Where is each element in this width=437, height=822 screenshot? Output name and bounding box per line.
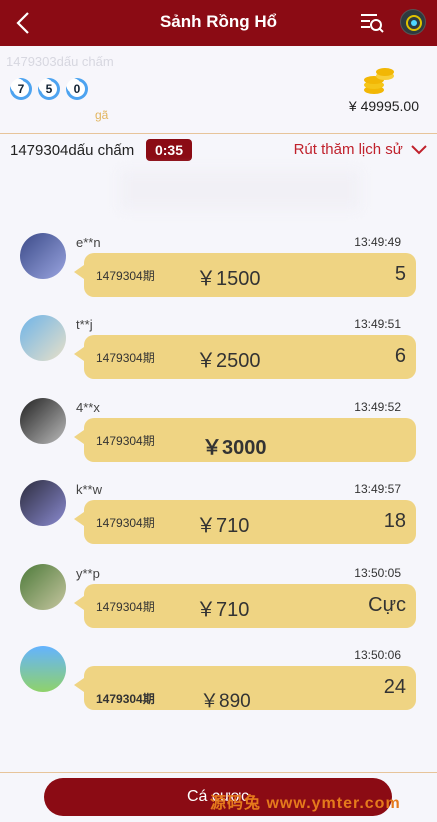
footer-divider — [0, 772, 437, 773]
bet-amount: ￥710 — [196, 599, 250, 621]
previous-period-label: 1479303dấu chấm — [6, 54, 114, 69]
avatar — [20, 233, 66, 279]
header: Sảnh Rồng Hổ — [0, 0, 437, 46]
avatar — [20, 564, 66, 610]
countdown-timer: 0:35 — [146, 139, 192, 161]
profile-avatar[interactable] — [400, 9, 426, 35]
bet-amount: ￥2500 — [196, 350, 261, 372]
result-tag: gã — [95, 108, 109, 122]
bet-choice: 24 — [383, 676, 406, 698]
bet-time: 13:50:05 — [354, 566, 401, 580]
bet-row: t**j 13:49:51 1479304期 ￥2500 6 — [0, 315, 437, 397]
bet-bubble: 1479304期 ￥2500 6 — [74, 335, 416, 379]
bet-row: e**n 13:49:49 1479304期 ￥1500 5 — [0, 233, 437, 315]
bet-bubble: 1479304期 ￥710 18 — [74, 500, 416, 544]
avatar — [20, 646, 66, 692]
coins-icon — [364, 68, 394, 94]
avatar — [20, 480, 66, 526]
avatar — [20, 398, 66, 444]
result-ball-3: 0 — [66, 78, 88, 100]
bet-period: 1479304期 — [96, 269, 155, 283]
chevron-down-icon — [411, 145, 427, 155]
bet-user: k**w — [76, 482, 103, 497]
bet-period: 1479304期 — [96, 351, 155, 365]
bet-user: y**p — [76, 566, 100, 581]
bet-time: 13:49:52 — [354, 400, 401, 414]
bet-choice: 6 — [394, 345, 406, 367]
result-ball-1: 7 — [10, 78, 32, 100]
info-panel: 1479303dấu chấm 7 5 0 gã ¥ 49995.00 — [0, 46, 437, 134]
bet-period: 1479304期 — [96, 434, 155, 448]
dragon-logo-icon — [406, 15, 422, 31]
list-search-button[interactable] — [358, 9, 386, 37]
blurred-area — [120, 170, 360, 210]
bet-bubble: 1479304期 ￥3000 — [74, 418, 416, 462]
bet-period: 1479304期 — [96, 600, 155, 614]
bet-time: 13:50:06 — [354, 648, 401, 662]
bet-amount: ￥710 — [196, 515, 250, 537]
wallet-balance: ¥ 49995.00 — [348, 98, 419, 114]
bet-row: y**p 13:50:05 1479304期 ￥710 Cực — [0, 564, 437, 646]
bet-time: 13:49:57 — [354, 482, 401, 496]
bet-user: e**n — [76, 235, 101, 250]
bet-bubble: 1479304期 ￥890 24 — [74, 666, 416, 712]
bet-period: 1479304期 — [96, 516, 155, 530]
draw-history-label: Rút thăm lịch sử — [293, 141, 403, 158]
bet-period: 1479304期 — [96, 692, 155, 706]
bet-bubble: 1479304期 ￥1500 5 — [74, 253, 416, 297]
bet-amount: ￥890 — [200, 691, 251, 712]
avatar — [20, 315, 66, 361]
result-ball-2: 5 — [38, 78, 60, 100]
bet-user: 4**x — [76, 400, 100, 415]
bet-choice: 18 — [383, 510, 406, 532]
bet-amount: ￥3000 — [202, 437, 267, 459]
bet-row: k**w 13:49:57 1479304期 ￥710 18 — [0, 480, 437, 562]
current-period: 1479304dấu chấm — [10, 142, 135, 159]
bet-row: 13:50:06 1479304期 ￥890 24 — [0, 646, 437, 728]
draw-history-button[interactable]: Rút thăm lịch sử — [294, 141, 427, 158]
bet-choice: Cực — [368, 594, 406, 616]
bet-time: 13:49:51 — [354, 317, 401, 331]
bet-time: 13:49:49 — [354, 235, 401, 249]
bet-bubble: 1479304期 ￥710 Cực — [74, 584, 416, 628]
list-search-icon — [361, 14, 384, 33]
bet-row: 4**x 13:49:52 1479304期 ￥3000 — [0, 398, 437, 480]
bet-amount: ￥1500 — [196, 268, 261, 290]
bet-user: t**j — [76, 317, 93, 332]
bet-choice: 5 — [394, 263, 406, 285]
period-bar: 1479304dấu chấm 0:35 Rút thăm lịch sử — [0, 134, 437, 168]
watermark: 源码兔 www.ymter.com — [210, 795, 401, 812]
